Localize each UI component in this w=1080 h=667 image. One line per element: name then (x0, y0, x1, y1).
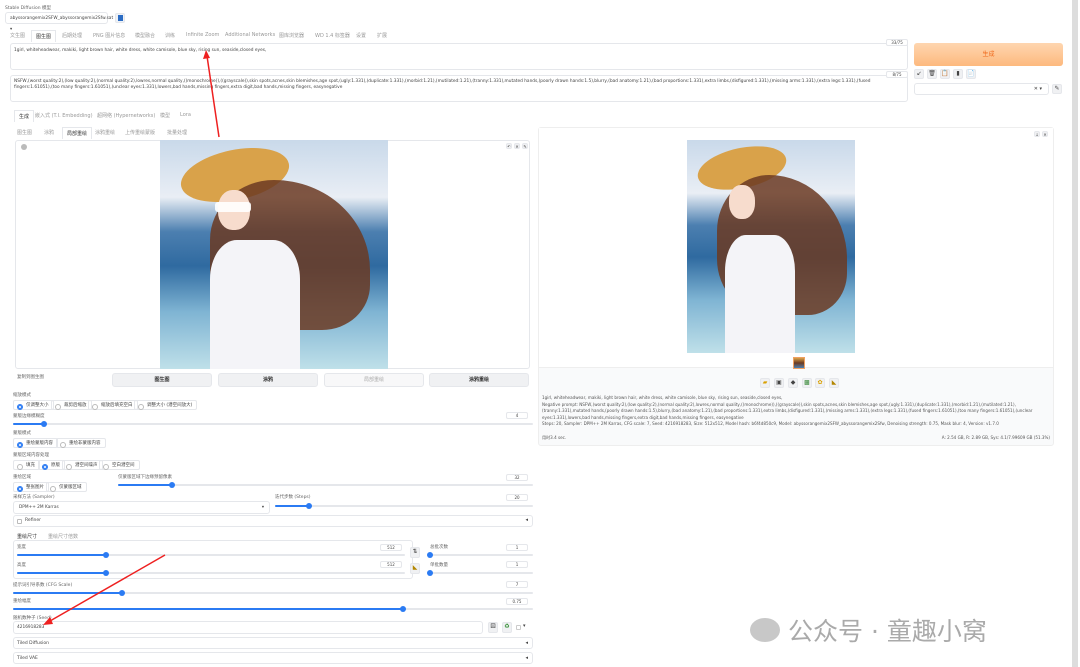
arrow-to-prompt (206, 55, 220, 138)
watermark: 公众号 · 童趣小窝 (750, 612, 987, 648)
watermark-text: 公众号 · 童趣小窝 (788, 617, 987, 646)
annotation-arrows (43, 50, 220, 625)
wechat-icon (750, 618, 780, 642)
arrow-to-seed (49, 554, 166, 622)
arrowhead (203, 50, 210, 59)
arrowhead (43, 617, 53, 625)
